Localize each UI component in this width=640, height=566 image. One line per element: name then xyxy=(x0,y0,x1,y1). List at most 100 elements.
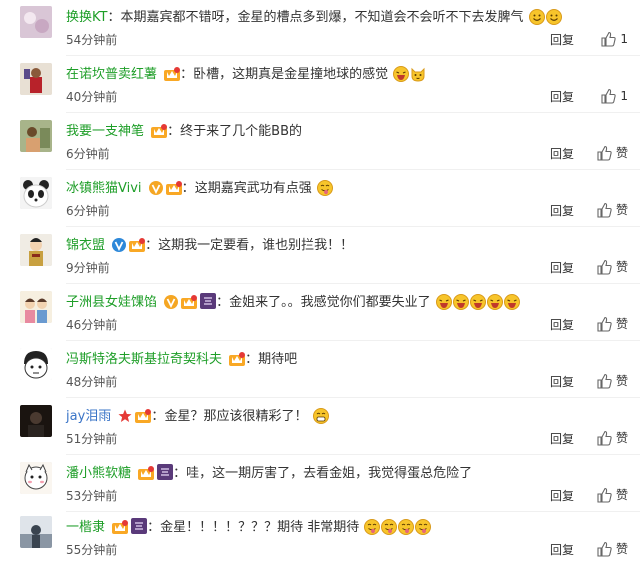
comment-item: 一楷隶 ：金星！！！！？？？期待 非常期待 55分钟前 回复 赞 xyxy=(0,510,640,566)
vip-crown-badge xyxy=(229,352,246,374)
colon: ： xyxy=(173,466,187,481)
avatar[interactable] xyxy=(20,177,52,209)
username-link[interactable]: jay泪雨 xyxy=(66,409,111,424)
thumbs-up-icon xyxy=(601,88,617,104)
username-link[interactable]: 潘小熊软糖 xyxy=(66,466,131,481)
divider xyxy=(66,283,640,284)
reply-button[interactable]: 回复 xyxy=(550,542,574,558)
smile-emoji-icon xyxy=(528,9,545,33)
like-button[interactable]: 赞 xyxy=(596,486,628,504)
thumbs-up-icon xyxy=(597,430,612,446)
reply-button[interactable]: 回复 xyxy=(550,89,574,105)
colon: ： xyxy=(180,67,194,82)
like-label: 赞 xyxy=(615,374,628,388)
thumbs-up-icon xyxy=(597,373,612,389)
tongue-emoji-icon xyxy=(316,180,333,204)
username-link[interactable]: 换换KT xyxy=(66,10,107,25)
comment-text: 金姐来了。。我感觉你们都要失业了 xyxy=(229,295,431,310)
laugh-emoji-icon xyxy=(393,66,410,90)
like-button[interactable]: 赞 xyxy=(596,540,628,558)
username-link[interactable]: 子洲县女娃馃馅 xyxy=(66,295,157,310)
avatar[interactable] xyxy=(20,516,52,548)
reply-button[interactable]: 回复 xyxy=(550,32,574,48)
divider xyxy=(66,454,640,455)
comment-item: 锦衣盟 ：这期我一定要看，谁也别拦我！！ 9分钟前 回复 赞 xyxy=(0,228,640,284)
vip-crown-badge xyxy=(138,466,155,488)
username-link[interactable]: 锦衣盟 xyxy=(66,238,105,253)
comment-text: 这期嘉宾武功有点强 xyxy=(194,181,312,196)
verified-v-icon xyxy=(112,238,127,260)
avatar[interactable] xyxy=(20,120,52,152)
comment-item: jay泪雨 ：金星？那应该很精彩了！ 51分钟前 回复 赞 xyxy=(0,399,640,455)
like-button[interactable]: 赞 xyxy=(596,201,628,219)
vip-crown-badge xyxy=(164,67,181,89)
like-button[interactable]: 1 xyxy=(600,30,628,48)
comment-item: 换换KT：本期嘉宾都不错呀，金星的槽点多到爆，不知道会不会听不下去发脾气 54分… xyxy=(0,0,640,56)
like-label: 赞 xyxy=(615,203,628,217)
reply-button[interactable]: 回复 xyxy=(550,260,574,276)
like-label: 赞 xyxy=(615,317,628,331)
tongue-emoji-icon xyxy=(415,519,432,543)
avatar[interactable] xyxy=(20,405,52,437)
comment-text: 本期嘉宾都不错呀，金星的槽点多到爆，不知道会不会听不下去发脾气 xyxy=(120,10,524,25)
cat-emoji-icon xyxy=(410,66,426,90)
colon: ： xyxy=(167,124,181,139)
comment-text: 这期我一定要看，谁也别拦我！！ xyxy=(158,238,354,253)
comment-text: 哇，这一期厉害了，去看金姐，我觉得蛋总危险了 xyxy=(186,466,473,481)
comment-item: 潘小熊软糖 ：哇，这一期厉害了，去看金姐，我觉得蛋总危险了 53分钟前 回复 赞 xyxy=(0,456,640,512)
username-link[interactable]: 一楷隶 xyxy=(66,520,105,535)
avatar[interactable] xyxy=(20,6,52,38)
thumbs-up-icon xyxy=(597,202,612,218)
vip-crown-badge xyxy=(181,295,198,317)
like-button[interactable]: 赞 xyxy=(596,315,628,333)
thumbs-up-icon xyxy=(597,316,612,332)
like-label: 赞 xyxy=(615,488,628,502)
comment-item: 冯斯特洛夫斯基拉奇契科夫 ：期待吧 48分钟前 回复 赞 xyxy=(0,342,640,398)
vip-crown-badge xyxy=(135,409,152,431)
divider xyxy=(66,340,640,341)
avatar[interactable] xyxy=(20,462,52,494)
username-link[interactable]: 我要一支神笔 xyxy=(66,124,144,139)
comment-time: 9分钟前 xyxy=(66,261,110,275)
reply-button[interactable]: 回复 xyxy=(550,203,574,219)
laugh-emoji-icon xyxy=(486,294,503,318)
divider xyxy=(66,169,640,170)
vip-crown-badge xyxy=(129,238,146,260)
reply-button[interactable]: 回复 xyxy=(550,488,574,504)
vip-crown-badge xyxy=(112,520,129,542)
member-badge xyxy=(200,293,217,317)
grin-emoji-icon xyxy=(312,408,329,432)
like-label: 赞 xyxy=(615,146,628,160)
avatar[interactable] xyxy=(20,63,52,95)
like-count: 1 xyxy=(620,32,628,46)
like-button[interactable]: 赞 xyxy=(596,429,628,447)
comment-time: 53分钟前 xyxy=(66,489,118,503)
colon: ： xyxy=(245,352,259,367)
tongue-emoji-icon xyxy=(364,519,381,543)
like-button[interactable]: 1 xyxy=(600,87,628,105)
colon: ： xyxy=(216,295,230,310)
laugh-emoji-icon xyxy=(452,294,469,318)
comment-time: 40分钟前 xyxy=(66,90,118,104)
avatar[interactable] xyxy=(20,234,52,266)
reply-button[interactable]: 回复 xyxy=(550,374,574,390)
divider xyxy=(66,397,640,398)
colon: ： xyxy=(107,10,121,25)
username-link[interactable]: 冯斯特洛夫斯基拉奇契科夫 xyxy=(66,352,222,367)
reply-button[interactable]: 回复 xyxy=(550,146,574,162)
comment-time: 46分钟前 xyxy=(66,318,118,332)
like-button[interactable]: 赞 xyxy=(596,258,628,276)
member-badge xyxy=(131,518,148,542)
comment-item: 子洲县女娃馃馅 ：金姐来了。。我感觉你们都要失业了 46分钟前 回复 赞 xyxy=(0,285,640,341)
username-link[interactable]: 冰镇熊猫Vivi xyxy=(66,181,142,196)
like-button[interactable]: 赞 xyxy=(596,144,628,162)
avatar[interactable] xyxy=(20,348,52,380)
verified-v-icon xyxy=(164,295,179,317)
like-label: 赞 xyxy=(615,431,628,445)
reply-button[interactable]: 回复 xyxy=(550,317,574,333)
username-link[interactable]: 在诺坎普卖红薯 xyxy=(66,67,157,82)
reply-button[interactable]: 回复 xyxy=(550,431,574,447)
like-button[interactable]: 赞 xyxy=(596,372,628,390)
verified-v-icon xyxy=(148,181,163,203)
avatar[interactable] xyxy=(20,291,52,323)
